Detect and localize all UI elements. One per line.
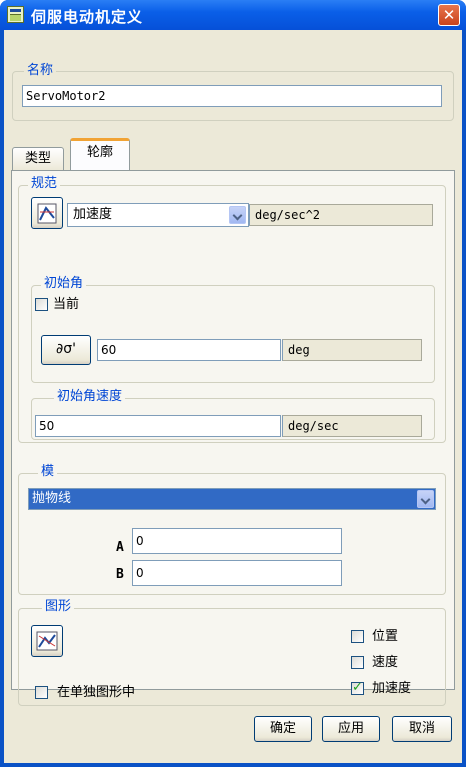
chevron-down-icon[interactable] — [417, 490, 434, 508]
window-title: 伺服电动机定义 — [31, 8, 144, 26]
apply-button[interactable]: 应用 — [322, 716, 380, 742]
separate-graph-checkbox[interactable] — [35, 686, 48, 699]
model-b-label: B — [116, 567, 124, 582]
spec-select[interactable]: 加速度 — [67, 203, 249, 227]
name-input[interactable]: ServoMotor2 — [22, 85, 442, 107]
model-a-input[interactable]: 0 — [132, 528, 342, 554]
graph-velocity-label: 速度 — [372, 655, 399, 670]
model-a-label: A — [116, 540, 124, 555]
model-select[interactable]: 抛物线 — [28, 488, 436, 510]
close-button[interactable]: ✕ — [438, 4, 460, 26]
spec-group-label: 规范 — [28, 176, 61, 192]
spec-selected-value: 加速度 — [73, 207, 113, 222]
spec-graph-button[interactable] — [31, 197, 63, 229]
model-selected-value: 抛物线 — [32, 491, 72, 506]
tab-profile[interactable]: 轮廓 — [70, 138, 130, 171]
glasses-icon: ∂σ' — [56, 341, 76, 357]
graph-position-label: 位置 — [372, 629, 399, 644]
close-icon: ✕ — [442, 6, 456, 24]
initial-angle-current-checkbox[interactable] — [35, 298, 48, 311]
initial-velocity-input[interactable]: 50 — [35, 415, 281, 437]
spec-unit: deg/sec^2 — [249, 204, 433, 226]
initial-angle-label: 初始角 — [41, 276, 87, 292]
chevron-down-icon[interactable] — [229, 206, 246, 224]
separate-graph-label: 在单独图形中 — [57, 685, 136, 700]
graph-acceleration-label: 加速度 — [372, 681, 412, 696]
initial-angle-input[interactable]: 60 — [97, 339, 281, 361]
app-icon — [7, 6, 24, 23]
model-group-label: 模 — [38, 464, 58, 480]
profile-graph-icon — [37, 203, 57, 224]
servo-motor-dialog: 伺服电动机定义 ✕ 名称 ServoMotor2 类型 轮廓 规范 加速度 de… — [0, 0, 466, 767]
initial-angle-group — [31, 285, 435, 383]
graph-velocity-checkbox[interactable] — [351, 656, 364, 669]
name-group-label: 名称 — [24, 63, 57, 79]
graph-group-label: 图形 — [42, 599, 75, 615]
ok-button[interactable]: 确定 — [254, 716, 312, 742]
initial-velocity-label: 初始角速度 — [54, 389, 126, 405]
graph-position-checkbox[interactable] — [351, 630, 364, 643]
graph-acceleration-checkbox[interactable] — [351, 680, 364, 695]
initial-velocity-unit: deg/sec — [282, 415, 422, 437]
title-bar[interactable]: 伺服电动机定义 ✕ — [0, 0, 466, 30]
dialog-client: 名称 ServoMotor2 类型 轮廓 规范 加速度 deg/sec^2 初始… — [4, 30, 462, 763]
initial-angle-unit: deg — [282, 339, 422, 361]
initial-angle-current-label: 当前 — [53, 297, 80, 312]
graph-icon — [36, 631, 58, 651]
model-b-input[interactable]: 0 — [132, 560, 342, 586]
measure-angle-button[interactable]: ∂σ' — [41, 335, 91, 365]
show-graph-button[interactable] — [31, 625, 63, 657]
tab-type[interactable]: 类型 — [12, 147, 64, 171]
cancel-button[interactable]: 取消 — [392, 716, 452, 742]
